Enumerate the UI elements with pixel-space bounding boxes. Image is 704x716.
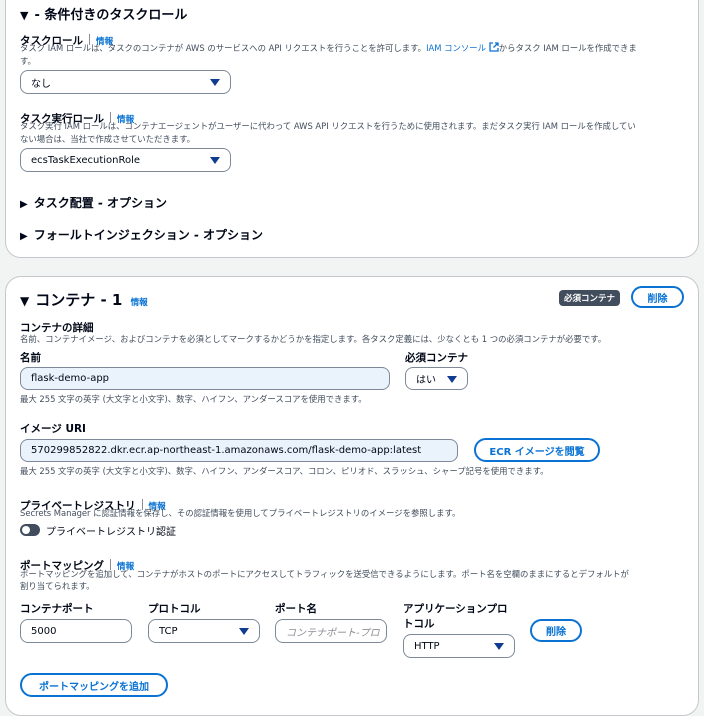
container-name-input[interactable]: flask-demo-app xyxy=(20,367,390,390)
task-role-select[interactable]: なし xyxy=(20,70,231,94)
port-name-column-header: ポート名 xyxy=(275,603,317,615)
protocol-column-header: プロトコル xyxy=(148,603,201,615)
essential-container-badge: 必須コンテナ xyxy=(559,290,621,306)
image-uri-hint: 最大 255 文字の英字 (大文字と小文字)、数字、ハイフン、アンダースコア、コ… xyxy=(20,466,549,476)
app-protocol-column-header-line1: アプリケーションプロ xyxy=(403,603,508,615)
essential-select[interactable]: はい xyxy=(405,367,468,390)
fault-injection-expander[interactable]: ▶ フォールトインジェクション - オプション xyxy=(20,226,263,243)
task-role-description: タスク IAM ロールは、タスクのコンテナが AWS のサービスへの API リ… xyxy=(20,42,637,53)
caret-down-icon: ▼ xyxy=(20,9,29,22)
iam-console-link[interactable]: IAM コンソール xyxy=(426,42,499,53)
caret-down-icon xyxy=(239,628,249,635)
container-port-column-header: コンテナポート xyxy=(20,603,94,615)
private-registry-toggle[interactable] xyxy=(20,524,40,536)
caret-down-icon: ▼ xyxy=(20,294,30,308)
task-role-description-line2: す。 xyxy=(20,56,36,66)
container-port-input[interactable]: 5000 xyxy=(20,619,132,643)
private-registry-toggle-label: プライベートレジストリ認証 xyxy=(46,527,176,538)
container-header[interactable]: ▼ コンテナ - 1 情報 xyxy=(20,289,148,310)
essential-label: 必須コンテナ xyxy=(405,352,468,364)
name-hint: 最大 255 文字の英字 (大文字と小文字)、数字、ハイフン、アンダースコアを使… xyxy=(20,394,367,404)
app-protocol-select[interactable]: HTTP xyxy=(403,634,515,658)
port-mapping-description-line1: ポートマッピングを追加して、コンテナがホストのポートにアクセスしてトラフィックを… xyxy=(20,569,629,579)
caret-right-icon: ▶ xyxy=(20,199,28,210)
caret-down-icon xyxy=(494,643,504,650)
caret-down-icon xyxy=(447,375,457,383)
exec-role-select[interactable]: ecsTaskExecutionRole xyxy=(20,148,231,172)
caret-down-icon xyxy=(210,157,220,164)
caret-right-icon: ▶ xyxy=(20,231,28,242)
image-uri-input[interactable]: 570299852822.dkr.ecr.ap-northeast-1.amaz… xyxy=(20,439,458,462)
container-title: コンテナ - 1 xyxy=(35,291,123,309)
remove-port-mapping-button[interactable]: 削除 xyxy=(530,619,582,642)
caret-down-icon xyxy=(210,79,220,86)
exec-role-description-line1: タスク実行 IAM ロールは、コンテナエージェントがユーザーに代わって AWS … xyxy=(20,121,636,131)
external-link-icon xyxy=(489,42,499,52)
task-placement-expander[interactable]: ▶ タスク配置 - オプション xyxy=(20,194,167,211)
exec-role-description-line2: ない場合は、当社で作成させていただきます。 xyxy=(20,134,196,144)
name-label: 名前 xyxy=(20,352,41,364)
container-details-description: 名前、コンテナイメージ、およびコンテナを必須としてマークするかどうかを指定します… xyxy=(20,334,607,344)
browse-ecr-images-button[interactable]: ECR イメージを閲覧 xyxy=(474,438,600,462)
port-name-input[interactable]: コンテナポート-プロ xyxy=(275,619,387,643)
conditional-roles-header[interactable]: ▼ - 条件付きのタスクロール xyxy=(20,4,187,23)
add-port-mapping-button[interactable]: ポートマッピングを追加 xyxy=(20,673,168,697)
port-mapping-description-line2: 割り当てられます。 xyxy=(20,581,95,591)
private-registry-description: Secrets Manager に認証情報を保存し、その認証情報を使用してプライ… xyxy=(20,508,461,518)
app-protocol-column-header-line2: トコル xyxy=(403,618,435,630)
protocol-select[interactable]: TCP xyxy=(148,619,260,643)
container-info-link[interactable]: 情報 xyxy=(131,298,148,308)
image-uri-label: イメージ URI xyxy=(20,423,86,435)
remove-container-button[interactable]: 削除 xyxy=(631,286,684,308)
toggle-knob xyxy=(22,526,30,534)
